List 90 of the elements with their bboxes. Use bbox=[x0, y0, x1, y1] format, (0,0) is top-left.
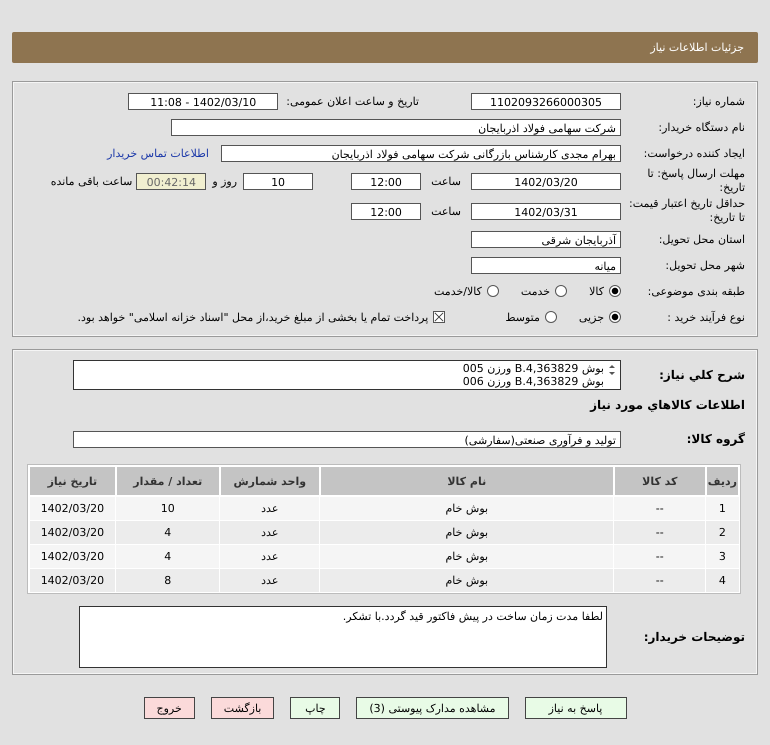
field-label: توضیحات خریدار: bbox=[642, 630, 745, 644]
text-field[interactable]: آذربایجان شرقی bbox=[471, 230, 621, 248]
table-cell: 2 bbox=[706, 520, 739, 544]
radio-label: کالا bbox=[589, 284, 604, 298]
radio-button[interactable] bbox=[555, 285, 568, 297]
table-cell: -- bbox=[614, 568, 706, 592]
text-field[interactable]: میانه bbox=[471, 256, 621, 274]
column-header: تعداد / مقدار bbox=[116, 466, 220, 496]
radio-label: جزیی bbox=[578, 310, 604, 324]
section-heading: اطلاعات کالاهاي مورد نياز bbox=[588, 397, 746, 414]
field-label: حداقل تاریخ اعتبار قیمت: تا تاریخ: bbox=[628, 197, 745, 225]
field-label: شهر محل تحویل: bbox=[664, 258, 745, 272]
action-button[interactable]: بازگشت bbox=[210, 697, 274, 719]
text-field[interactable]: 1402/03/10 - 11:08 bbox=[128, 92, 278, 110]
field-label: طبقه بندی موضوعی: bbox=[646, 284, 745, 298]
action-button[interactable]: خروج bbox=[144, 697, 195, 719]
table-cell: -- bbox=[614, 496, 706, 520]
notes-field[interactable]: لطفا مدت زمان ساخت در پیش فاکتور قید گردد.با تشکر. bbox=[79, 606, 607, 668]
countdown-field: 00:42:14 bbox=[136, 172, 206, 190]
table-cell: 8 bbox=[116, 568, 220, 592]
field-label: تاریخ و ساعت اعلان عمومی: bbox=[286, 94, 419, 108]
action-button[interactable]: چاپ bbox=[290, 697, 340, 719]
radio-button[interactable] bbox=[544, 311, 557, 323]
table-cell: 4 bbox=[116, 520, 220, 544]
radio-label: خدمت bbox=[520, 284, 550, 298]
text-field[interactable]: شرکت سهامی فولاد اذربایجان bbox=[171, 118, 621, 136]
field-label: مهلت ارسال پاسخ: تا تاریخ: bbox=[646, 167, 745, 195]
table-cell: 3 bbox=[706, 544, 739, 568]
radio-label: متوسط bbox=[505, 310, 540, 324]
table-cell: -- bbox=[614, 520, 706, 544]
column-header: نام کالا bbox=[320, 466, 614, 496]
column-header: ردیف bbox=[706, 466, 739, 496]
table-cell: 10 bbox=[116, 496, 220, 520]
text-field[interactable]: 12:00 bbox=[351, 202, 422, 220]
table-cell: 1402/03/20 bbox=[29, 496, 116, 520]
text-field[interactable]: 12:00 bbox=[351, 172, 422, 190]
radio-button[interactable] bbox=[486, 285, 499, 297]
table-cell: عدد bbox=[220, 568, 320, 592]
field-label: ساعت باقی مانده bbox=[50, 174, 132, 188]
text-field[interactable]: تولید و فرآوری صنعتی(سفارشی) bbox=[73, 430, 621, 448]
action-button[interactable]: پاسخ به نیاز bbox=[524, 697, 626, 719]
field-label: شماره نیاز: bbox=[692, 94, 745, 108]
action-button[interactable]: مشاهده مدارک پیوستی (3) bbox=[356, 697, 508, 719]
table-cell: عدد bbox=[220, 544, 320, 568]
field-label: نام دستگاه خریدار: bbox=[657, 120, 745, 134]
payment-note: پرداخت تمام یا بخشی از مبلغ خرید،از محل "اسناد خزانه اسلامی" خواهد بود. bbox=[78, 310, 428, 324]
page-title: جزئیات اطلاعات نیاز bbox=[650, 41, 744, 54]
radio-button[interactable] bbox=[609, 285, 621, 297]
radio-option[interactable]: خدمت bbox=[520, 284, 568, 298]
column-header: کد کالا bbox=[614, 466, 706, 496]
table-cell: عدد bbox=[220, 496, 320, 520]
table-cell: 4 bbox=[706, 568, 739, 592]
text-field[interactable]: 1402/03/31 bbox=[471, 202, 621, 220]
field-label: گروه کالا: bbox=[686, 432, 745, 446]
table-cell: 1402/03/20 bbox=[29, 544, 116, 568]
text-field[interactable]: 1402/03/20 bbox=[471, 172, 621, 190]
field-label: روز و bbox=[212, 174, 238, 188]
field-label: ایجاد کننده درخواست: bbox=[642, 146, 745, 160]
table-cell: بوش خام bbox=[320, 568, 614, 592]
table-cell: 1402/03/20 bbox=[29, 520, 116, 544]
description-line: بوش B.4,363829 ورزن 005 bbox=[462, 362, 604, 375]
radio-button[interactable] bbox=[609, 311, 621, 323]
radio-option[interactable]: کالا bbox=[589, 284, 621, 298]
radio-option[interactable]: متوسط bbox=[505, 310, 557, 324]
table-cell: بوش خام bbox=[320, 544, 614, 568]
table-cell: بوش خام bbox=[320, 520, 614, 544]
column-header: تاریخ نیاز bbox=[29, 466, 116, 496]
table-cell: 1 bbox=[706, 496, 739, 520]
radio-option[interactable]: جزیی bbox=[578, 310, 621, 324]
column-header: واحد شمارش bbox=[220, 466, 320, 496]
radio-label: کالا/خدمت bbox=[434, 284, 482, 298]
description-line: بوش B.4,363829 ورزن 006 bbox=[462, 375, 604, 388]
field-label: ساعت bbox=[431, 174, 461, 188]
field-label: شرح کلي نياز: bbox=[658, 368, 745, 382]
checkbox[interactable] bbox=[433, 311, 446, 323]
table-cell: 1402/03/20 bbox=[29, 568, 116, 592]
table-cell: -- bbox=[614, 544, 706, 568]
text-field[interactable]: بهرام مجدی کارشناس بازرگانی شرکت سهامی فولاد اذربایجان bbox=[221, 144, 621, 162]
field-label: ساعت bbox=[431, 204, 461, 218]
radio-option[interactable]: کالا/خدمت bbox=[434, 284, 499, 298]
table-cell: 4 bbox=[116, 544, 220, 568]
text-field[interactable]: 1102093266000305 bbox=[471, 92, 621, 110]
field-label: استان محل تحویل: bbox=[658, 232, 745, 246]
table-cell: بوش خام bbox=[320, 496, 614, 520]
field-label: نوع فرآیند خرید : bbox=[666, 310, 745, 324]
table-cell: عدد bbox=[220, 520, 320, 544]
contact-link[interactable]: اطلاعات تماس خریدار bbox=[107, 146, 209, 160]
text-field[interactable]: 10 bbox=[243, 172, 314, 190]
scroll-arrows-icon bbox=[608, 364, 616, 376]
description-field[interactable]: بوش B.4,363829 ورزن 005 بوش B.4,363829 ورزن 006 bbox=[73, 360, 621, 390]
